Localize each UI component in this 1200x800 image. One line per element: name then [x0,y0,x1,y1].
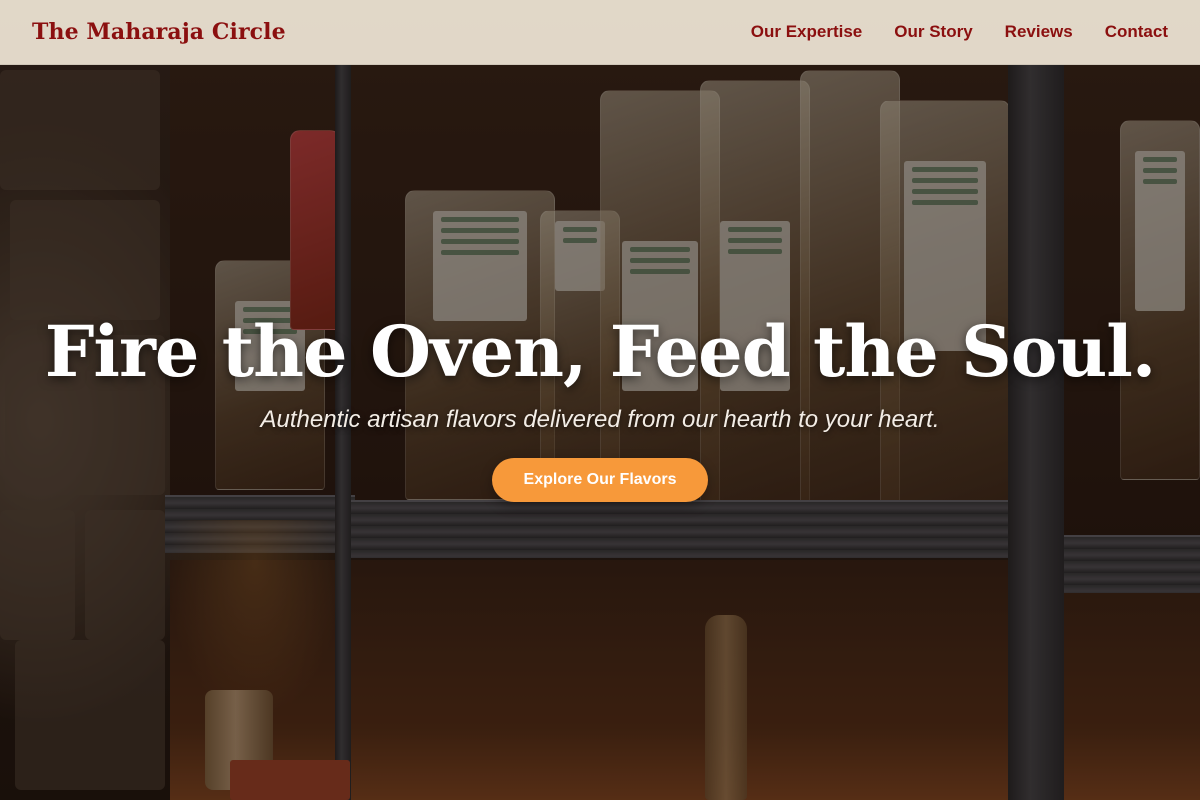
explore-flavors-button[interactable]: Explore Our Flavors [491,458,709,502]
hero-subtitle: Authentic artisan flavors delivered from… [260,406,940,433]
main-nav: Our Expertise Our Story Reviews Contact [751,22,1168,42]
nav-item-reviews: Reviews [1005,22,1073,42]
nav-list: Our Expertise Our Story Reviews Contact [751,22,1168,42]
nav-item-our-story: Our Story [894,22,972,42]
nav-link-reviews[interactable]: Reviews [1005,22,1073,41]
site-header: The Maharaja Circle Our Expertise Our St… [0,0,1200,65]
nav-link-contact[interactable]: Contact [1105,22,1168,41]
nav-item-contact: Contact [1105,22,1168,42]
hero-title: Fire the Oven, Feed the Soul. [44,310,1157,393]
nav-link-our-story[interactable]: Our Story [894,22,972,41]
nav-link-our-expertise[interactable]: Our Expertise [751,22,863,41]
hero-section: Fire the Oven, Feed the Soul. Authentic … [0,0,1200,800]
nav-item-our-expertise: Our Expertise [751,22,863,42]
brand-logo-link[interactable]: The Maharaja Circle [32,19,286,45]
